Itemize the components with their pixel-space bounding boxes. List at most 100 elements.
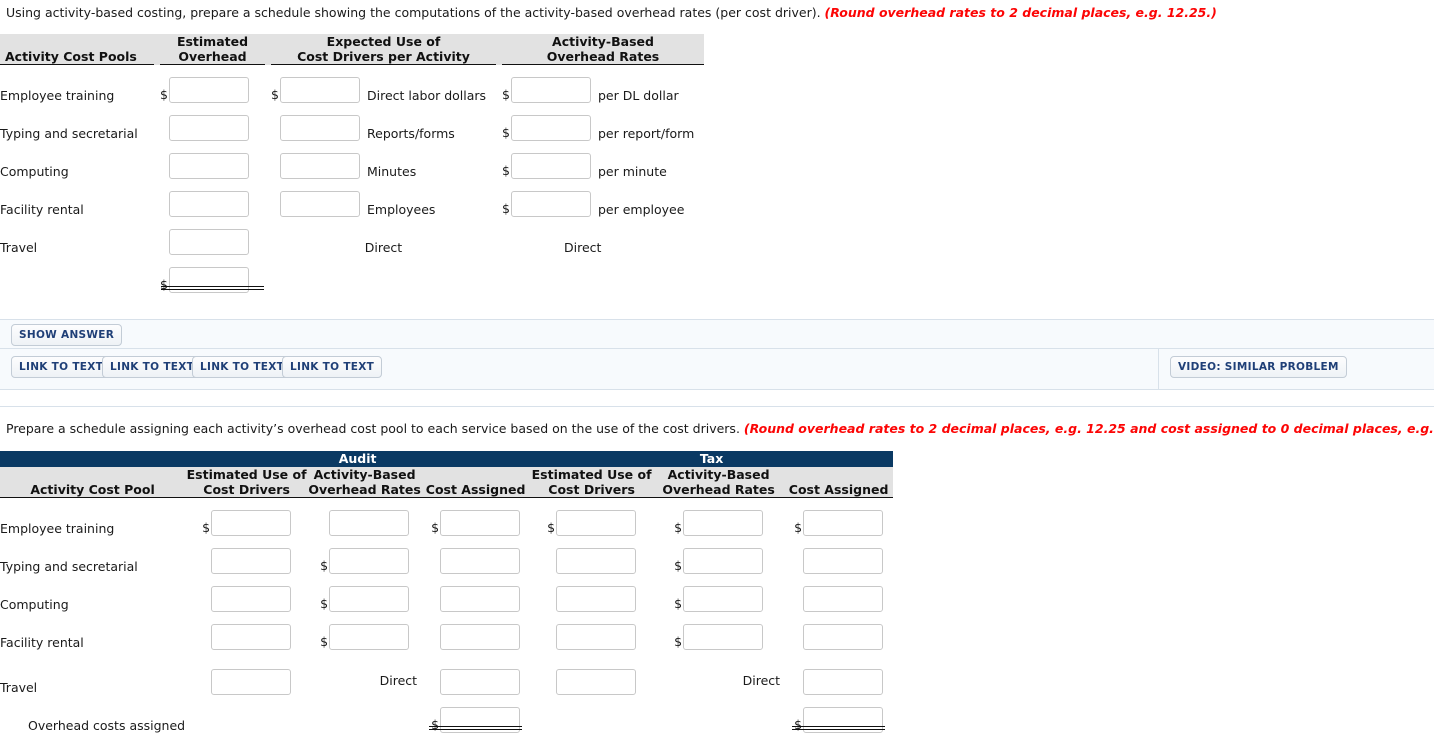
input-audit-cost-computing[interactable] <box>440 586 521 612</box>
cell-rate-typing-and-secretarial: $ per report/form <box>502 103 704 141</box>
input-rate-typing-and-secretarial[interactable] <box>511 115 591 141</box>
part2-instruction-text: Prepare a schedule assigning each activi… <box>6 421 744 436</box>
cell-tax-rate-facility-rental: $ <box>653 612 784 650</box>
header-audit-est-use: Estimated Use of Cost Drivers <box>185 467 309 498</box>
cell-driver-facility-rental: $Employees <box>271 179 496 217</box>
input-tax-rate-facility-rental[interactable] <box>683 624 764 650</box>
input-driver-employee-training[interactable] <box>280 77 360 103</box>
table-row: Computing $ $Minutes $ per minute <box>0 141 704 179</box>
dollar-sign: $ <box>674 558 683 573</box>
dollar-sign: $ <box>674 596 683 611</box>
input-audit-cost-typing-and-secretarial[interactable] <box>440 548 521 574</box>
part2-instruction-hint: (Round overhead rates to 2 decimal place… <box>743 421 1434 436</box>
panel-vertical-divider <box>1158 349 1159 389</box>
cell-overhead-typing-and-secretarial: $ <box>160 103 265 141</box>
input-audit-use-travel[interactable] <box>211 669 292 695</box>
table-row: Travel $ Direct Direct <box>0 217 704 255</box>
cell-tax-cost-computing: $ <box>784 574 893 612</box>
cell-audit-use-employee-training: $ <box>185 498 308 536</box>
input-tax-cost-typing-and-secretarial[interactable] <box>803 548 884 574</box>
abc-rates-table-head: Activity Cost Pools Estimated Overhead Ex… <box>0 34 704 65</box>
input-audit-rate-employee-training[interactable] <box>329 510 410 536</box>
input-audit-cost-employee-training[interactable] <box>440 510 521 536</box>
cell-overhead-total: $ <box>160 255 265 293</box>
input-overhead-computing[interactable] <box>169 153 249 179</box>
rate-text-travel: Direct <box>564 240 602 255</box>
input-audit-cost-facility-rental[interactable] <box>440 624 521 650</box>
link-to-text-button-1[interactable]: LINK TO TEXT <box>11 356 112 378</box>
cell-driver-computing: $Minutes <box>271 141 496 179</box>
dollar-sign: $ <box>794 520 803 535</box>
input-audit-rate-typing-and-secretarial[interactable] <box>329 548 410 574</box>
cell-audit-rate-travel: Direct <box>308 650 421 695</box>
input-tax-cost-computing[interactable] <box>803 586 884 612</box>
link-to-text-button-2[interactable]: LINK TO TEXT <box>102 356 203 378</box>
header-tax-est-use: Estimated Use of Cost Drivers <box>530 467 654 498</box>
input-tax-cost-employee-training[interactable] <box>803 510 884 536</box>
row-label-employee-training: Employee training <box>0 88 115 103</box>
input-driver-computing[interactable] <box>280 153 360 179</box>
input-rate-computing[interactable] <box>511 153 591 179</box>
table-row: Facility rental $ $ $ $ $ $ <box>0 612 893 650</box>
input-audit-cost-travel[interactable] <box>440 669 521 695</box>
input-tax-use-employee-training[interactable] <box>556 510 637 536</box>
part1-instruction-text: Using activity-based costing, prepare a … <box>6 5 825 20</box>
dollar-sign: $ <box>674 520 683 535</box>
row-label-employee-training-2: Employee training <box>0 521 115 536</box>
input-overhead-employee-training[interactable] <box>169 77 249 103</box>
input-rate-facility-rental[interactable] <box>511 191 591 217</box>
input-tax-use-travel[interactable] <box>556 669 637 695</box>
input-audit-rate-computing[interactable] <box>329 586 410 612</box>
show-answer-panel: SHOW ANSWER <box>0 319 1434 349</box>
cost-assignment-table: Audit Tax Activity Cost Pool Estimated U… <box>0 451 894 733</box>
header-expected-use: Expected Use of Cost Drivers per Activity <box>271 34 496 65</box>
input-tax-use-typing-and-secretarial[interactable] <box>556 548 637 574</box>
show-answer-button[interactable]: SHOW ANSWER <box>11 324 123 346</box>
cell-tax-cost-typing-and-secretarial: $ <box>784 536 893 574</box>
cell-driver-typing-and-secretarial: $Reports/forms <box>271 103 496 141</box>
input-driver-facility-rental[interactable] <box>280 191 360 217</box>
link-to-text-button-3[interactable]: LINK TO TEXT <box>192 356 293 378</box>
input-audit-use-employee-training[interactable] <box>211 510 292 536</box>
input-audit-use-facility-rental[interactable] <box>211 624 292 650</box>
cell-rate-employee-training: $ per DL dollar <box>502 65 704 103</box>
cell-tax-rate-travel: Direct <box>653 650 784 695</box>
cell-rate-facility-rental: $ per employee <box>502 179 704 217</box>
input-tax-cost-travel[interactable] <box>803 669 884 695</box>
part2-instruction: Prepare a schedule assigning each activi… <box>6 421 1434 437</box>
header-activity-cost-pool-label: Activity Cost Pool <box>30 482 155 497</box>
input-audit-use-computing[interactable] <box>211 586 292 612</box>
cell-rate-computing: $ per minute <box>502 141 704 179</box>
rate-unit-typing-and-secretarial: per report/form <box>598 126 695 141</box>
cell-audit-rate-total <box>308 695 421 733</box>
total-double-rule <box>161 286 264 290</box>
input-tax-rate-computing[interactable] <box>683 586 764 612</box>
input-audit-rate-facility-rental[interactable] <box>329 624 410 650</box>
link-to-text-button-4[interactable]: LINK TO TEXT <box>282 356 383 378</box>
header-activity-cost-pools: Activity Cost Pools <box>0 34 154 65</box>
input-tax-rate-typing-and-secretarial[interactable] <box>683 548 764 574</box>
total-double-rule <box>792 726 886 730</box>
video-similar-problem-button[interactable]: VIDEO: SIMILAR PROBLEM <box>1170 356 1347 378</box>
section-divider <box>0 406 1434 407</box>
input-overhead-travel[interactable] <box>169 229 249 255</box>
input-tax-rate-employee-training[interactable] <box>683 510 764 536</box>
table-row: Computing $ $ $ $ $ $ <box>0 574 893 612</box>
cell-tax-use-computing: $ <box>530 574 653 612</box>
row-label-overhead-costs-assigned: Overhead costs assigned <box>28 718 186 733</box>
input-overhead-facility-rental[interactable] <box>169 191 249 217</box>
input-tax-use-facility-rental[interactable] <box>556 624 637 650</box>
cell-audit-cost-facility-rental: $ <box>421 612 530 650</box>
input-audit-use-typing-and-secretarial[interactable] <box>211 548 292 574</box>
cell-tax-rate-employee-training: $ <box>653 498 784 536</box>
input-rate-employee-training[interactable] <box>511 77 591 103</box>
input-overhead-typing-and-secretarial[interactable] <box>169 115 249 141</box>
table-row: Facility rental $ $Employees $ per employ… <box>0 179 704 217</box>
dollar-sign: $ <box>674 634 683 649</box>
input-tax-cost-facility-rental[interactable] <box>803 624 884 650</box>
input-driver-typing-and-secretarial[interactable] <box>280 115 360 141</box>
cost-assignment-header-row: Activity Cost Pool Estimated Use of Cost … <box>0 467 894 498</box>
row-label-typing-and-secretarial-2: Typing and secretarial <box>0 559 138 574</box>
table-row: Typing and secretarial $ $ $ $ $ $ <box>0 536 893 574</box>
input-tax-use-computing[interactable] <box>556 586 637 612</box>
